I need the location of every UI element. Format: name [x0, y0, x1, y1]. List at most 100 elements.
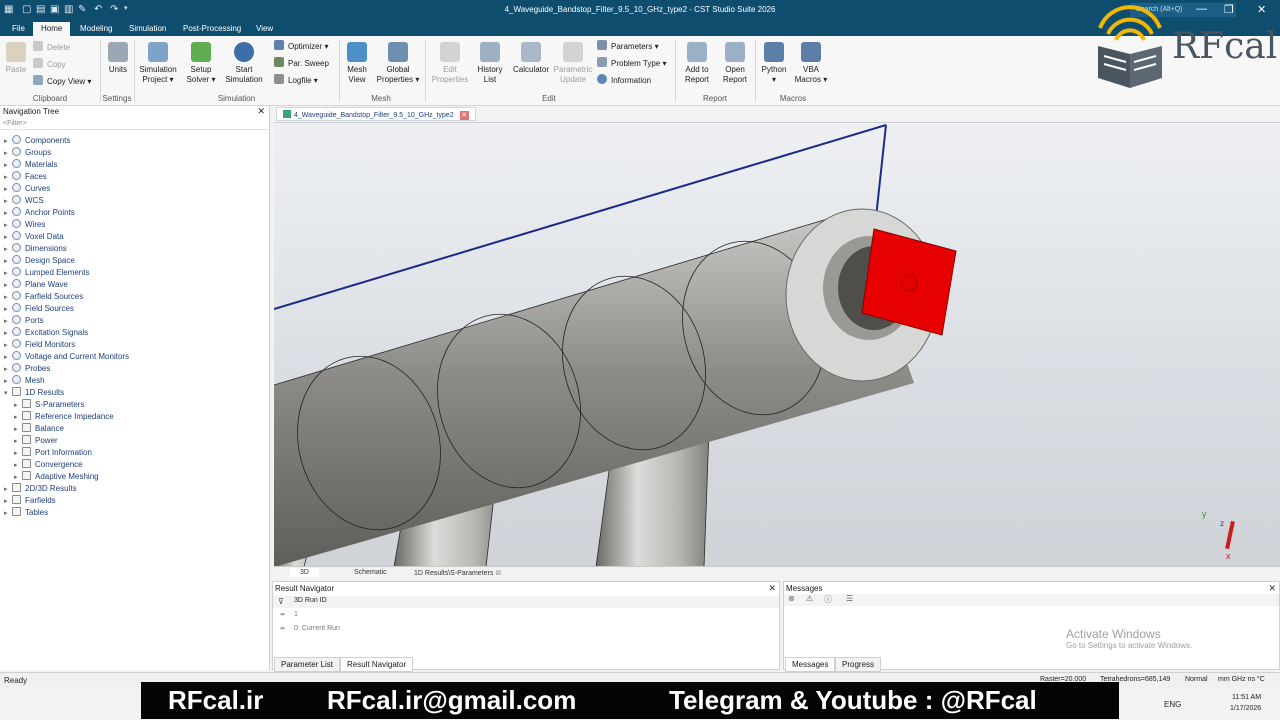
tree-item[interactable]: ▸ Tables: [4, 507, 48, 519]
table-row[interactable]: ⇹ 1: [273, 610, 779, 622]
delete-button[interactable]: Delete: [33, 41, 70, 55]
tree-item[interactable]: ▸ Faces: [4, 171, 47, 183]
tab-post-processing[interactable]: Post-Processing: [175, 22, 249, 36]
tree-item-label: Voxel Data: [25, 232, 64, 241]
par-sweep-button[interactable]: Par. Sweep: [274, 57, 329, 71]
close-panel-icon[interactable]: ✕: [1268, 583, 1276, 594]
close-tab-icon[interactable]: ✕: [459, 111, 469, 120]
logfile-button[interactable]: Logfile ▾: [274, 74, 318, 88]
calculator-button[interactable]: Calculator: [511, 42, 551, 75]
tree-item[interactable]: ▸ Mesh: [4, 375, 45, 387]
tree-item[interactable]: ▸ Excitation Signals: [4, 327, 88, 339]
paste-button[interactable]: Paste: [2, 42, 30, 75]
3d-view[interactable]: y z x: [274, 122, 1280, 566]
tab-sparameters[interactable]: 1D Results\S-Parameters ⊠: [404, 568, 511, 578]
tree-item[interactable]: ▸ Reference Impedance: [14, 411, 114, 423]
document-tab[interactable]: 4_Waveguide_Bandstop_Filter_9.5_10_GHz_t…: [276, 107, 476, 121]
tree-item[interactable]: ▸ Field Monitors: [4, 339, 75, 351]
close-tab-icon[interactable]: ⊠: [495, 570, 501, 577]
setup-solver-button[interactable]: Setup Solver ▾: [184, 42, 218, 85]
tree-item[interactable]: ▸ Probes: [4, 363, 50, 375]
tree-item[interactable]: ▸ Curves: [4, 183, 50, 195]
tree-item[interactable]: ▸ Field Sources: [4, 303, 74, 315]
tree-item[interactable]: ▸ Power: [14, 435, 58, 447]
tab-schematic[interactable]: Schematic: [344, 568, 397, 577]
parametric-update-button[interactable]: Parametric Update: [552, 42, 594, 85]
logfile-icon: [274, 74, 284, 84]
tree-item[interactable]: ▸ Farfield Sources: [4, 291, 83, 303]
python-button[interactable]: Python ▾: [759, 42, 789, 85]
tree-item[interactable]: ▸ Dimensions: [4, 243, 67, 255]
tree-item-label: Farfields: [25, 496, 56, 505]
language-indicator[interactable]: ENG: [1164, 700, 1181, 709]
tab-view[interactable]: View: [248, 22, 281, 36]
expand-arrow-icon[interactable]: ▸: [4, 508, 12, 520]
clear-messages-icon[interactable]: ⊗: [788, 594, 795, 603]
units-button[interactable]: Units: [104, 42, 132, 75]
clock-time[interactable]: 11:51 AM: [1232, 694, 1261, 701]
tab-parameter-list[interactable]: Parameter List: [274, 657, 341, 672]
axes-gizmo[interactable]: y z x: [1194, 507, 1244, 563]
copy-view-button[interactable]: Copy View ▾: [33, 75, 91, 89]
information-button[interactable]: Information: [597, 74, 651, 88]
start-simulation-button[interactable]: Start Simulation: [222, 42, 266, 85]
close-navtree-icon[interactable]: ✕: [257, 106, 265, 117]
parameters-button[interactable]: Parameters ▾: [597, 40, 659, 54]
optimizer-label: Optimizer: [288, 42, 323, 51]
tab-progress[interactable]: Progress: [835, 657, 882, 672]
tab-home[interactable]: Home: [33, 22, 71, 36]
tree-item[interactable]: ▸ WCS: [4, 195, 44, 207]
filter-icon[interactable]: ⊽: [278, 597, 284, 606]
close-panel-icon[interactable]: ✕: [768, 583, 776, 594]
tab-file[interactable]: File: [4, 22, 33, 36]
collapse-arrow-icon[interactable]: ▾: [4, 388, 12, 400]
tree-item[interactable]: ▸ Components: [4, 135, 70, 147]
tree-item[interactable]: ▸ Farfields: [4, 495, 56, 507]
node-icon: [12, 303, 21, 312]
tree-item[interactable]: ▸ Groups: [4, 147, 51, 159]
optimizer-button[interactable]: Optimizer ▾: [274, 40, 328, 54]
tree-item[interactable]: ▸ Materials: [4, 159, 57, 171]
tree-item[interactable]: ▸ S-Parameters: [14, 399, 84, 411]
vba-macros-button[interactable]: VBA Macros ▾: [793, 42, 829, 85]
copy-button[interactable]: Copy: [33, 58, 66, 72]
tab-result-navigator[interactable]: Result Navigator: [340, 657, 414, 672]
edit-properties-button[interactable]: Edit Properties: [430, 42, 470, 85]
tree-item[interactable]: ▸ Balance: [14, 423, 64, 435]
tree-item[interactable]: ▸ Voltage and Current Monitors: [4, 351, 129, 363]
tree-item[interactable]: ▸ Plane Wave: [4, 279, 68, 291]
global-properties-button[interactable]: Global Properties ▾: [375, 42, 421, 85]
mesh-view-button[interactable]: Mesh View: [342, 42, 372, 85]
run-id-cell: 0: Current Run: [294, 625, 340, 632]
tree-item[interactable]: ▸ Ports: [4, 315, 44, 327]
tree-item[interactable]: ▸ Design Space: [4, 255, 75, 267]
table-row[interactable]: ⇹ 0: Current Run: [273, 624, 779, 636]
problem-type-button[interactable]: Problem Type ▾: [597, 57, 666, 71]
open-report-button[interactable]: Open Report: [718, 42, 752, 85]
tab-messages[interactable]: Messages: [785, 657, 836, 672]
python-label: Python: [761, 65, 787, 74]
tree-item[interactable]: ▸ Voxel Data: [4, 231, 64, 243]
tree-item[interactable]: ▸ 2D/3D Results: [4, 483, 77, 495]
tree-item[interactable]: ▸ Adaptive Meshing: [14, 471, 99, 483]
units-label: Units: [108, 65, 128, 74]
tab-simulation[interactable]: Simulation: [121, 22, 174, 36]
info-filter-icon[interactable]: ⓘ: [824, 594, 832, 605]
tab-3d[interactable]: 3D: [290, 568, 319, 577]
tree-item[interactable]: ▾ 1D Results: [4, 387, 64, 399]
warning-filter-icon[interactable]: ⚠: [806, 594, 813, 603]
tree-item[interactable]: ▸ Convergence: [14, 459, 83, 471]
pin-icon: ⇹: [280, 612, 286, 618]
tree-item[interactable]: ▸ Lumped Elements: [4, 267, 89, 279]
simulation-project-button[interactable]: Simulation Project ▾: [137, 42, 179, 85]
navtree-filter-input[interactable]: <Filter>: [0, 119, 268, 130]
tree-item[interactable]: ▸ Port Information: [14, 447, 92, 459]
add-to-report-button[interactable]: Add to Report: [680, 42, 714, 85]
tree-item[interactable]: ▸ Anchor Points: [4, 207, 75, 219]
node-icon: [12, 351, 21, 360]
history-list-button[interactable]: History List: [474, 42, 506, 85]
tab-modeling[interactable]: Modeling: [72, 22, 120, 36]
clock-date[interactable]: 1/17/2026: [1230, 705, 1261, 712]
tree-item[interactable]: ▸ Wires: [4, 219, 45, 231]
list-icon[interactable]: ☰: [846, 594, 853, 603]
